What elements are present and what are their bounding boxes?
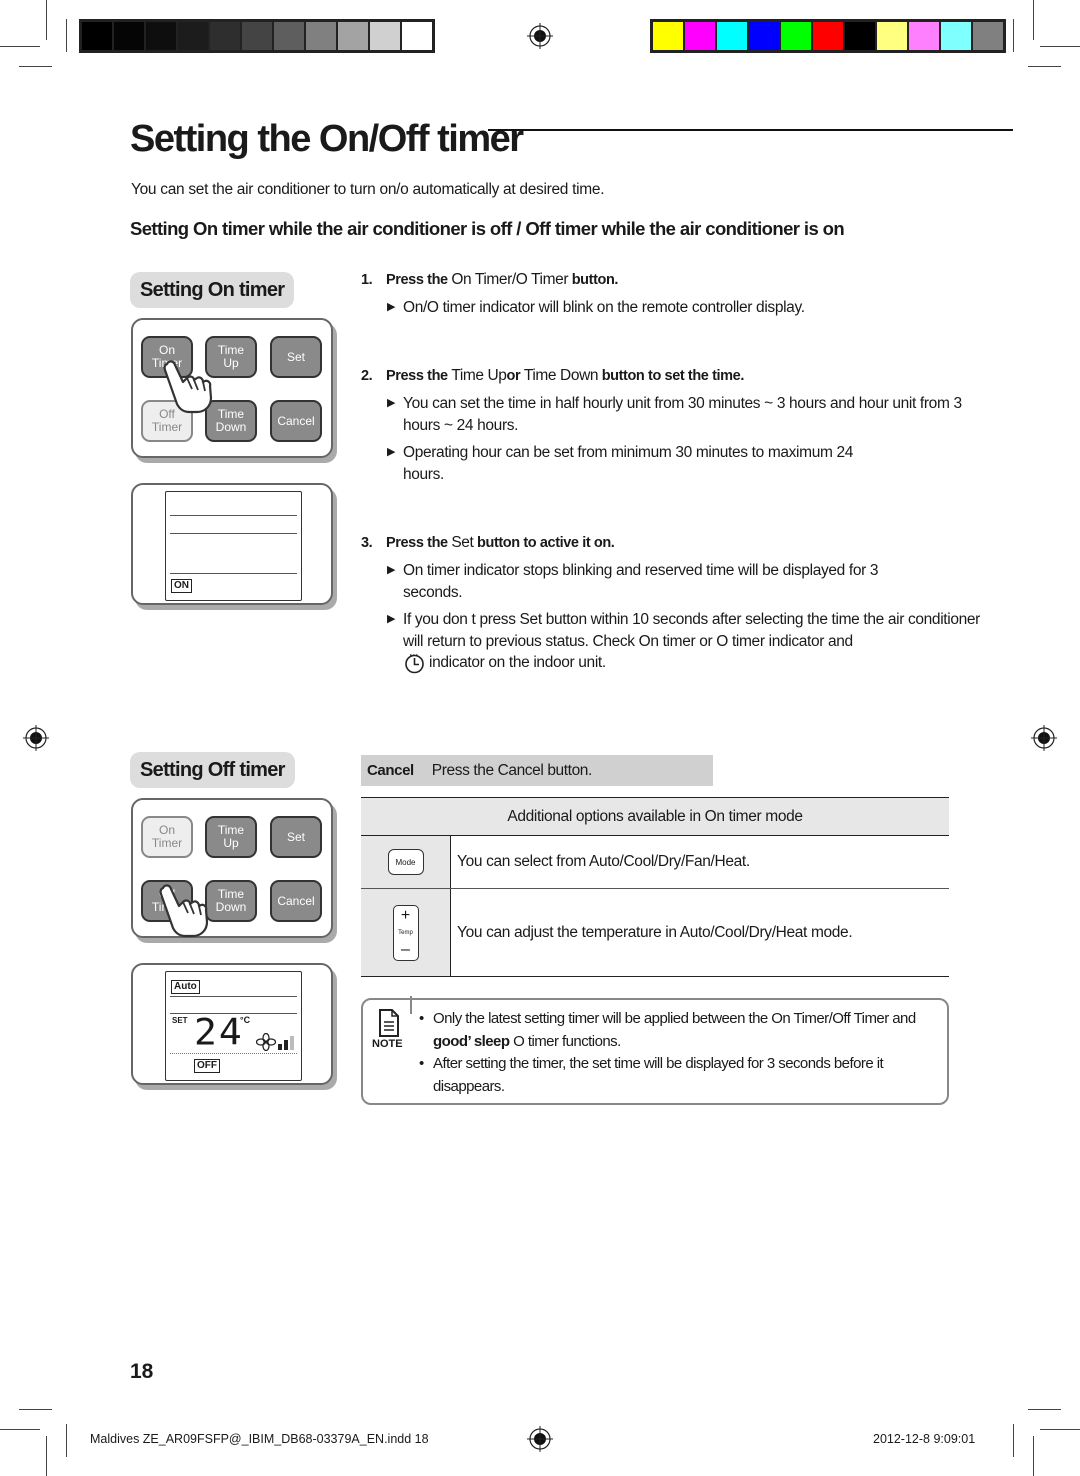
pointing-hand-icon xyxy=(159,884,209,938)
on-timer-remote-keypad: OnTimerTimeUpSetOffTimerTimeDownCancel xyxy=(131,318,333,458)
process-color-swatch xyxy=(653,22,683,50)
remote-lcd: ON xyxy=(165,491,302,601)
step-1: 1. Press the On Timer/O Timer button. xyxy=(361,271,619,288)
grayscale-swatch xyxy=(306,22,336,50)
step-2-bullet: ▶ Operating hour can be set from minimum … xyxy=(387,444,854,483)
process-color-swatch xyxy=(717,22,747,50)
remote-button-cancel[interactable]: Cancel xyxy=(270,400,322,442)
grayscale-swatch xyxy=(274,22,304,50)
page-title: Setting the On/Off timer xyxy=(130,118,524,160)
section-subheading: Setting On timer while the air condition… xyxy=(130,218,845,239)
cancel-key-label: Cancel xyxy=(367,762,414,779)
note-label: NOTE xyxy=(372,1038,403,1050)
option-text: You can select from Auto/Cool/Dry/Fan/He… xyxy=(457,853,750,870)
process-color-swatch xyxy=(877,22,907,50)
remote-lcd: Auto SET 24 °C OFF xyxy=(165,971,302,1081)
table-row: Mode You can select from Auto/Cool/Dry/F… xyxy=(361,836,949,889)
registration-mark-icon xyxy=(527,23,553,49)
registration-mark-icon xyxy=(1031,725,1057,751)
process-color-swatch xyxy=(973,22,1003,50)
remote-button-on-timer[interactable]: OnTimer xyxy=(141,816,193,858)
off-timer-remote-display-panel: Auto SET 24 °C OFF xyxy=(131,963,333,1085)
grayscale-swatch xyxy=(402,22,432,50)
grayscale-swatch xyxy=(210,22,240,50)
grayscale-swatch xyxy=(242,22,272,50)
grayscale-swatch xyxy=(178,22,208,50)
fan-level-bar xyxy=(284,1040,288,1050)
registration-mark-icon xyxy=(527,1426,553,1452)
additional-options-table: Additional options available in On timer… xyxy=(361,797,949,977)
grayscale-swatch xyxy=(82,22,112,50)
process-color-swatch xyxy=(845,22,875,50)
registration-mark-icon xyxy=(23,725,49,751)
file-slug: Maldives ZE_AR09FSFP@_IBIM_DB68-03379A_E… xyxy=(90,1432,429,1446)
set-label: SET xyxy=(172,1016,188,1025)
grayscale-swatch xyxy=(146,22,176,50)
fan-speed-level xyxy=(278,1034,294,1050)
remote-button-time-up[interactable]: Time Up xyxy=(205,816,257,858)
step-2: 2. Press the Time Upor Time Down button t… xyxy=(361,367,744,384)
step-3-bullet: ▶ If you don t press Set button within 10… xyxy=(387,611,980,650)
off-timer-remote-keypad: OnTimerTimeUpSetOffTimerTimeDownCancel xyxy=(131,798,333,938)
note-box: NOTE Only the latest setting timer will … xyxy=(361,996,949,1105)
step-2-bullet: ▶ You can set the time in half hourly uni… xyxy=(387,395,962,434)
table-row: + Temp – You can adjust the temperature … xyxy=(361,889,949,976)
intro-text: You can set the air conditioner to turn … xyxy=(131,181,605,198)
key-name: On Timer/O Timer xyxy=(451,271,569,288)
fan-icon xyxy=(256,1033,276,1051)
note-list: Only the latest setting timer will be ap… xyxy=(419,1008,933,1098)
step-3-bullet-cont: indicator on the indoor unit. xyxy=(387,652,987,674)
on-indicator-tag: ON xyxy=(171,579,192,593)
note-item: After setting the timer, the set time wi… xyxy=(419,1053,933,1098)
step-3-bullet: ▶ On timer indicator stops blinking and r… xyxy=(387,562,879,601)
off-timer-label: Setting Off timer xyxy=(130,752,295,788)
grayscale-color-bar xyxy=(79,19,435,53)
process-color-swatch xyxy=(749,22,779,50)
timer-clock-icon xyxy=(405,654,424,674)
mode-button-icon: Mode xyxy=(387,849,424,875)
temperature-unit: °C xyxy=(240,1015,251,1025)
process-color-swatch xyxy=(813,22,843,50)
title-rule xyxy=(488,129,1013,131)
process-color-bar xyxy=(650,19,1006,53)
mode-auto-tag: Auto xyxy=(171,980,200,994)
grayscale-swatch xyxy=(114,22,144,50)
remote-button-cancel[interactable]: Cancel xyxy=(270,880,322,922)
fan-level-bar xyxy=(278,1044,282,1050)
set-temperature: 24 xyxy=(194,1011,244,1053)
remote-button-set[interactable]: Set xyxy=(270,336,322,378)
temp-button-icon: + Temp – xyxy=(392,904,419,961)
page-number: 18 xyxy=(130,1360,154,1383)
step-3: 3. Press the Set button to active it on. xyxy=(361,534,615,551)
fan-level-bar xyxy=(290,1036,294,1050)
grayscale-swatch xyxy=(370,22,400,50)
process-color-swatch xyxy=(941,22,971,50)
options-table-header: Additional options available in On timer… xyxy=(361,798,949,836)
remote-button-set[interactable]: Set xyxy=(270,816,322,858)
process-color-swatch xyxy=(685,22,715,50)
process-color-swatch xyxy=(781,22,811,50)
cancel-instruction: Cancel Press the Cancel button. xyxy=(361,755,713,786)
on-timer-label: Setting On timer xyxy=(130,272,295,308)
on-timer-remote-display-panel: ON xyxy=(131,483,333,605)
process-color-swatch xyxy=(909,22,939,50)
grayscale-swatch xyxy=(338,22,368,50)
pointing-hand-icon xyxy=(163,360,213,414)
off-indicator-tag: OFF xyxy=(194,1059,220,1073)
note-item: Only the latest setting timer will be ap… xyxy=(419,1008,933,1053)
print-timestamp: 2012-12-8 9:09:01 xyxy=(873,1432,976,1446)
note-document-icon xyxy=(379,1009,399,1037)
step-1-bullet: ▶ On/O timer indicator will blink on the … xyxy=(387,299,805,316)
option-text: You can adjust the temperature in Auto/C… xyxy=(457,923,853,941)
